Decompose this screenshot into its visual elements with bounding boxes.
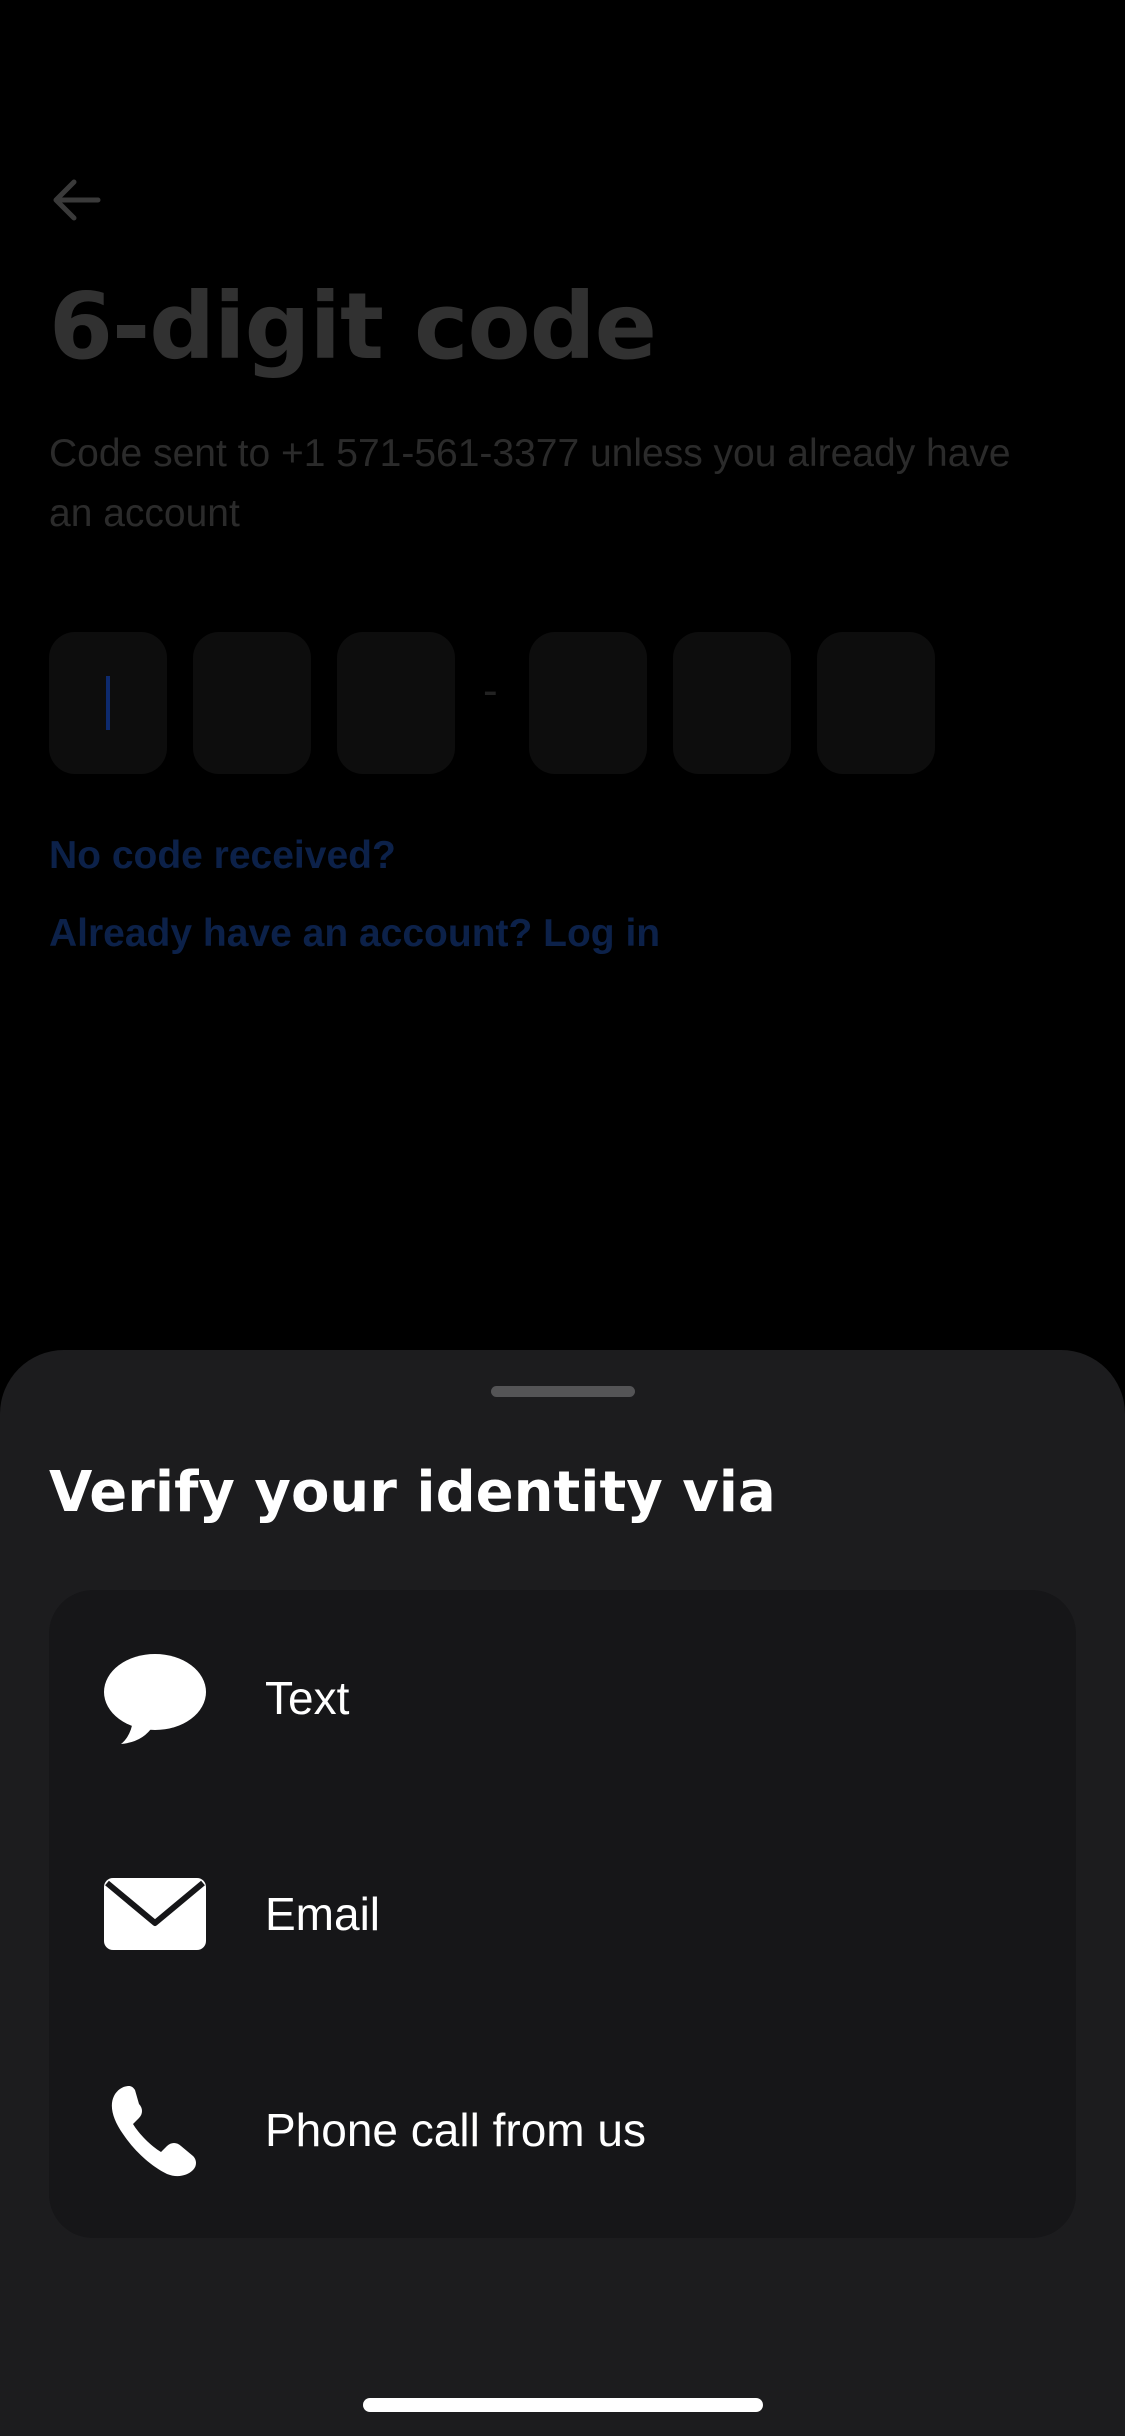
verify-identity-sheet: Verify your identity via Text Email Phon… [0,1350,1125,2436]
login-link[interactable]: Already have an account? Log in [49,912,660,956]
option-label: Text [265,1672,350,1724]
phone-icon [103,2078,207,2182]
chat-bubble-icon [103,1646,207,1750]
sheet-title: Verify your identity via [49,1460,776,1525]
code-digit-6[interactable] [817,632,935,774]
option-email[interactable]: Email [49,1806,1076,2022]
no-code-received-link[interactable]: No code received? [49,834,396,878]
text-cursor [106,676,110,730]
verification-screen: 6-digit code Code sent to +1 571-561-337… [0,0,1125,2436]
option-phone-call[interactable]: Phone call from us [49,2022,1076,2238]
code-digit-1[interactable] [49,632,167,774]
option-label: Phone call from us [265,2104,646,2156]
option-text[interactable]: Text [49,1590,1076,1806]
code-digit-2[interactable] [193,632,311,774]
home-indicator[interactable] [363,2398,763,2412]
page-title: 6-digit code [49,273,657,380]
code-separator: - [483,666,498,715]
verification-options: Text Email Phone call from us [49,1590,1076,2238]
option-label: Email [265,1888,381,1940]
sheet-grabber[interactable] [491,1386,635,1397]
code-digit-4[interactable] [529,632,647,774]
envelope-icon [103,1862,207,1966]
back-button[interactable] [46,170,106,230]
code-digit-5[interactable] [673,632,791,774]
code-sent-subtitle: Code sent to +1 571-561-3377 unless you … [49,432,1011,535]
code-digit-3[interactable] [337,632,455,774]
arrow-left-icon [53,179,101,221]
